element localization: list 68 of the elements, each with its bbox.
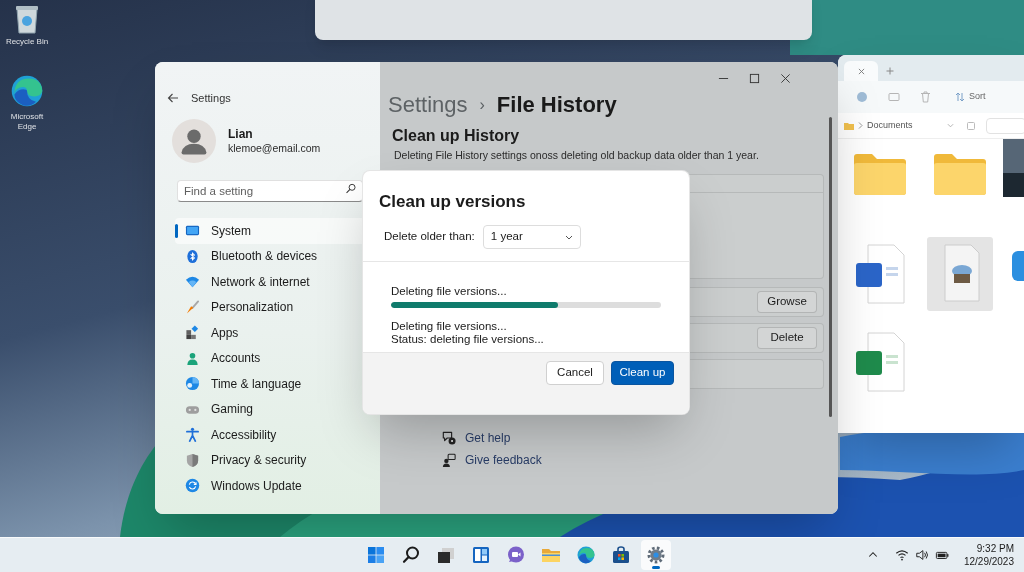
dialog-title: Clean up versions <box>379 191 527 213</box>
chevron-right-icon <box>858 122 863 129</box>
search-field[interactable]: Find a setting <box>177 180 363 202</box>
user-email: klemoe@email.com <box>228 142 321 155</box>
sort-button[interactable]: Sort <box>955 90 986 104</box>
scrollbar-thumb[interactable] <box>829 117 832 417</box>
image-file-icon[interactable] <box>927 237 993 311</box>
wifi-icon[interactable] <box>894 548 909 562</box>
window-title: Settings <box>191 91 231 105</box>
location-breadcrumb[interactable]: Documents <box>867 118 913 133</box>
wifi-icon <box>185 274 200 290</box>
avatar-icon <box>172 119 216 163</box>
status-text: Deleting file versions... <box>391 320 508 333</box>
shield-icon <box>185 452 200 468</box>
confirm-button[interactable]: Clean up <box>611 361 674 385</box>
nav-item[interactable]: Accessibility <box>175 422 375 448</box>
folder-icon <box>844 121 854 130</box>
clock-date[interactable]: 12/29/2023 <box>963 555 1014 568</box>
apps-icon <box>185 325 200 341</box>
desktop-icon-label[interactable]: Recycle Bin <box>5 37 49 47</box>
speaker-icon[interactable] <box>914 548 929 562</box>
chevron-down-icon <box>564 234 573 240</box>
search-icon <box>401 545 421 565</box>
update-icon <box>185 478 200 494</box>
status-text: Status: deleting file versions... <box>391 333 545 346</box>
person-icon <box>185 350 200 366</box>
spreadsheet-icon[interactable] <box>854 331 906 393</box>
nav-item[interactable]: Windows Update <box>175 473 375 499</box>
feedback-icon <box>442 453 456 467</box>
search-icon[interactable] <box>345 183 356 194</box>
paintbrush-icon <box>185 299 200 315</box>
swirl-icon[interactable] <box>9 73 45 109</box>
desktop-icon-label[interactable]: Microsoft Edge <box>2 112 52 132</box>
user-name: Lian <box>228 127 254 142</box>
back-arrow-icon[interactable] <box>167 92 179 104</box>
four-squares-icon <box>366 545 386 565</box>
video-chat-icon <box>506 545 526 565</box>
document-icon[interactable] <box>854 243 906 305</box>
search-field[interactable] <box>985 117 1024 134</box>
widgets-icon <box>471 545 491 565</box>
recycle-bin-icon[interactable] <box>14 4 40 34</box>
nav-item[interactable]: Privacy & security <box>175 447 375 473</box>
section-description: Deleting File History settings onoss deleting old backup data older than 1 year. <box>393 148 760 162</box>
settings-icon <box>646 545 666 565</box>
close-icon[interactable] <box>780 72 791 84</box>
breadcrumb-parent[interactable]: Settings <box>388 92 468 118</box>
breadcrumb-separator: › <box>479 95 485 115</box>
page-title: File History <box>496 92 617 118</box>
progress-label: Deleting file versions... <box>391 284 508 298</box>
sort-arrows-icon <box>955 92 965 102</box>
shopping-bag-icon <box>611 545 631 565</box>
accessibility-icon <box>185 427 200 443</box>
dropdown[interactable]: 1 year <box>482 225 581 249</box>
close-icon[interactable] <box>857 67 865 75</box>
globe-icon <box>185 376 200 392</box>
delete-button[interactable]: Delete <box>757 327 817 349</box>
swirl-icon <box>576 545 596 565</box>
cancel-button[interactable]: Cancel <box>546 361 604 385</box>
chat-bubble-icon <box>442 431 456 445</box>
section-title: Clean up History <box>391 126 521 146</box>
bluetooth-icon <box>185 248 200 264</box>
help-link[interactable]: Get help <box>465 429 511 447</box>
browse-button[interactable]: Growse <box>757 291 817 313</box>
clock-time[interactable]: 9:32 PM <box>976 542 1014 555</box>
overlapping-squares-icon <box>436 545 456 565</box>
maximize-icon[interactable] <box>749 72 760 84</box>
feedback-link[interactable]: Give feedback <box>465 451 542 469</box>
field-label: Delete older than: <box>384 229 475 245</box>
